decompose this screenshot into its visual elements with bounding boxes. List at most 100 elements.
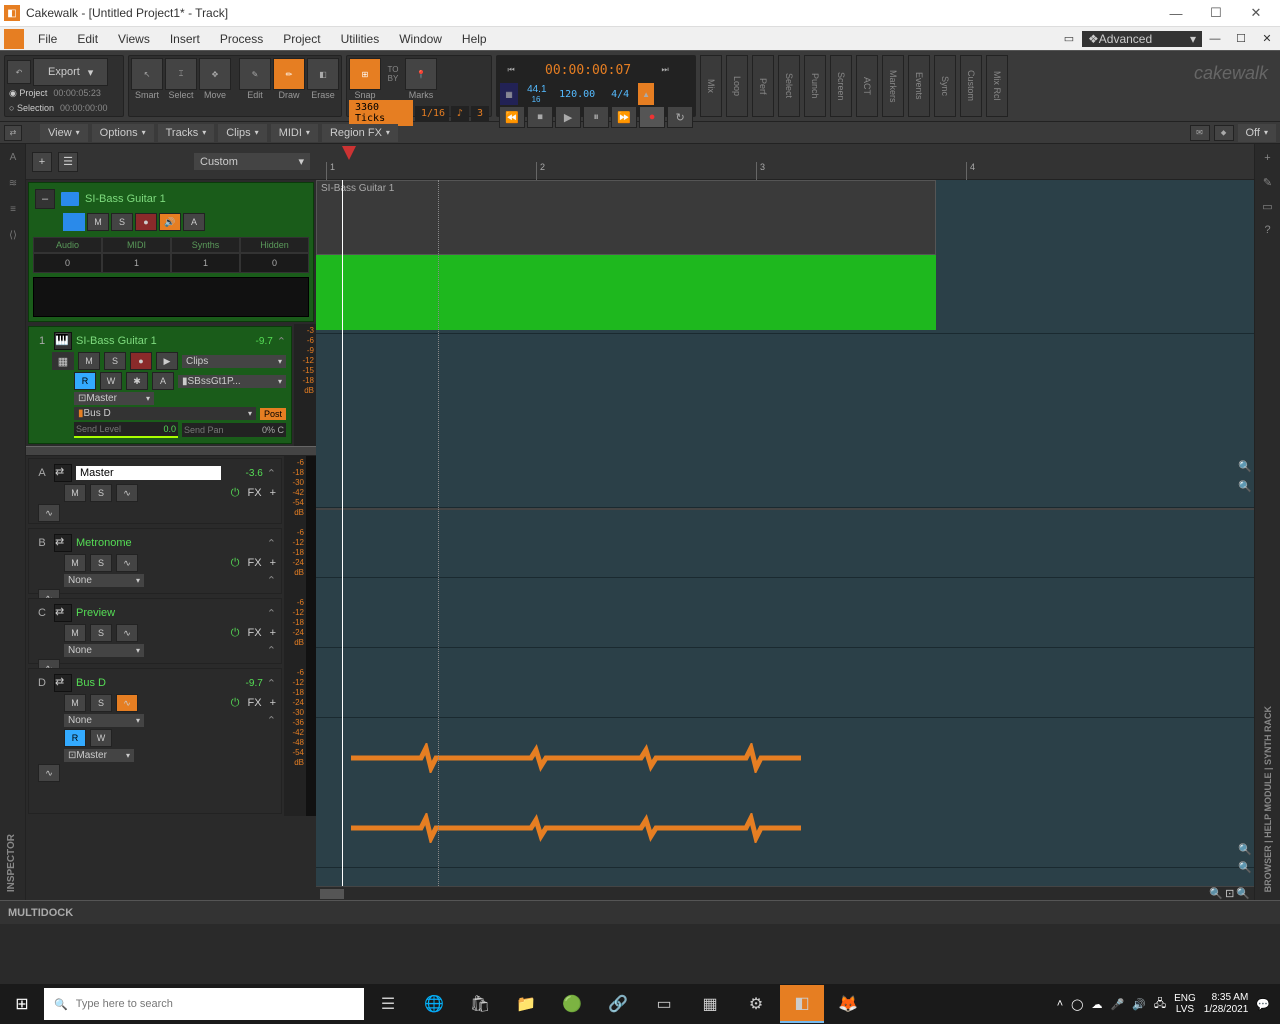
bus-collapse-icon[interactable]: ⌃ (267, 574, 276, 587)
taskview-icon[interactable]: ☰ (366, 985, 410, 1023)
t1-freeze[interactable]: ✱ (126, 372, 148, 390)
fx-power-icon[interactable]: ⏻ (231, 487, 240, 500)
viewtab-tracks[interactable]: Tracks (158, 124, 215, 142)
child-close[interactable]: ✕ (1254, 32, 1280, 45)
bus-C-out[interactable]: None (64, 644, 144, 657)
tool-draw[interactable]: ✏ (273, 58, 305, 90)
bus-B-mute[interactable]: M (64, 554, 86, 572)
tray-lang[interactable]: ENG (1174, 993, 1196, 1004)
arm-button[interactable]: ● (135, 213, 157, 231)
menu-views[interactable]: Views (108, 27, 160, 51)
bus-name[interactable]: Bus D (76, 677, 221, 689)
zoom-in-icon[interactable]: 🔍 (1238, 460, 1252, 473)
auto-icon[interactable]: ⬥ (1214, 125, 1234, 141)
time-counter[interactable]: 00:00:00:07 (523, 61, 653, 80)
fx-power-icon[interactable]: ⏻ (231, 627, 240, 640)
t1-mute[interactable]: M (78, 352, 100, 370)
menu-file[interactable]: File (28, 27, 67, 51)
bus-A-mute[interactable]: M (64, 484, 86, 502)
t1-output[interactable]: ⊡Master (74, 392, 154, 405)
app1-icon[interactable]: 🟢 (550, 985, 594, 1023)
bus-route-icon[interactable]: ⇄ (54, 464, 72, 482)
bus-A[interactable]: A ⇄ Master -3.6 ⌃ M S ∿ ⏻ FX + ∿ (28, 458, 282, 524)
tool-edit[interactable]: ✎ (239, 58, 271, 90)
rs-box-icon[interactable]: ▭ (1258, 196, 1278, 216)
sendpan-val[interactable]: 0% C (262, 425, 284, 435)
expand-icon[interactable]: ⌃ (277, 335, 286, 348)
tray-mic-icon[interactable]: 🎤 (1110, 998, 1124, 1011)
fx-add-icon[interactable]: + (270, 627, 276, 639)
bus-route-icon[interactable]: ⇄ (54, 534, 72, 552)
waveform-right[interactable] (351, 813, 801, 843)
time-ruler[interactable]: 1 2 3 4 (316, 144, 1254, 180)
viewtab-view[interactable]: View (40, 124, 88, 142)
bus-route-icon[interactable]: ⇄ (54, 604, 72, 622)
snap-button[interactable]: ⊞ (349, 58, 381, 90)
maximize-button[interactable]: ☐ (1196, 0, 1236, 26)
fx-add-icon[interactable]: + (270, 557, 276, 569)
undo-icon[interactable]: ↶ (7, 60, 31, 84)
tray-obs-icon[interactable]: ◯ (1071, 998, 1083, 1011)
record-button[interactable]: ● (639, 106, 665, 128)
bus-D-solo[interactable]: S (90, 694, 112, 712)
bus-expand-icon[interactable]: ⌃ (267, 677, 276, 690)
toggle-icon[interactable]: ▭ (1056, 32, 1082, 45)
leftstrip-lines-icon[interactable]: ≡ (2, 198, 24, 220)
bus-A-wave[interactable]: ∿ (116, 484, 138, 502)
app3-icon[interactable]: ▭ (642, 985, 686, 1023)
radio-project[interactable]: ◉ Project (9, 88, 47, 99)
bus-collapse-icon[interactable]: ⌃ (267, 714, 276, 727)
bus-B-wave[interactable]: ∿ (116, 554, 138, 572)
bus-expand-icon[interactable]: ⌃ (267, 467, 276, 480)
automation-dropdown[interactable]: Off (1238, 124, 1277, 142)
bus-expand-icon[interactable]: ⌃ (267, 607, 276, 620)
multidock-bar[interactable]: MULTIDOCK (0, 900, 1280, 924)
marks-button[interactable]: 📍 (405, 58, 437, 90)
module-select[interactable]: Select (778, 55, 800, 117)
tempo[interactable]: 120.00 (553, 87, 603, 102)
t1-send[interactable]: ▮ Bus D (74, 407, 256, 420)
bus-D-mute[interactable]: M (64, 694, 86, 712)
rs-add-icon[interactable]: + (1258, 148, 1278, 168)
taskbar-search[interactable]: 🔍 Type here to search (44, 988, 364, 1020)
bus-D-wave[interactable]: ∿ (116, 694, 138, 712)
playhead-line[interactable] (342, 180, 343, 886)
module-sync[interactable]: Sync (934, 55, 956, 117)
track-bus-divider[interactable] (26, 446, 316, 456)
snap-beat[interactable]: 3 (471, 106, 489, 121)
input-echo-button[interactable]: 🔊 (159, 213, 181, 231)
hzoom-out-icon[interactable]: 🔍 (1209, 887, 1223, 900)
bus-C-wave[interactable]: ∿ (116, 624, 138, 642)
module-mix[interactable]: Mix (700, 55, 722, 117)
solo-button[interactable]: S (111, 213, 133, 231)
fx-add-icon[interactable]: + (270, 487, 276, 499)
menu-utilities[interactable]: Utilities (331, 27, 390, 51)
viewtab-clips[interactable]: Clips (218, 124, 266, 142)
goto-end-icon[interactable]: ⏭ (653, 58, 677, 82)
bus-A-automation[interactable]: ∿ (38, 504, 60, 522)
store-icon[interactable]: 🛍 (458, 985, 502, 1023)
app4-icon[interactable]: ▦ (688, 985, 732, 1023)
explorer-icon[interactable]: 📁 (504, 985, 548, 1023)
bus-D-out2[interactable]: ⊡Master (64, 749, 134, 762)
time-sig[interactable]: 4/4 (605, 87, 635, 102)
bus-gain[interactable]: -9.7 (225, 678, 263, 689)
module-perf[interactable]: Perf (752, 55, 774, 117)
snap-ticks[interactable]: 3360 Ticks (349, 100, 413, 126)
track-name[interactable]: SI-Bass Guitar 1 (76, 335, 231, 347)
fx-power-icon[interactable]: ⏻ (231, 697, 240, 710)
zoom-out-2-icon[interactable]: 🔍 (1238, 861, 1252, 874)
menu-insert[interactable]: Insert (160, 27, 210, 51)
fx-power-icon[interactable]: ⏻ (231, 557, 240, 570)
instrument-icon[interactable]: 🎹 (54, 332, 72, 350)
bus-D-automation[interactable]: ∿ (38, 764, 60, 782)
zoom-out-icon[interactable]: 🔍 (1238, 480, 1252, 493)
t1-clips-dd[interactable]: Clips (182, 355, 286, 368)
bus-collapse-icon[interactable]: ⌃ (267, 644, 276, 657)
hzoom-in-icon[interactable]: 🔍 (1236, 887, 1250, 900)
tool-smart[interactable]: ↖ (131, 58, 163, 90)
hzoom-fit-icon[interactable]: ⊡ (1225, 887, 1234, 900)
rewind-button[interactable]: ⏪ (499, 106, 525, 128)
tray-notif-icon[interactable]: 💬 (1256, 998, 1270, 1011)
folder-collapse-button[interactable]: – (35, 189, 55, 209)
